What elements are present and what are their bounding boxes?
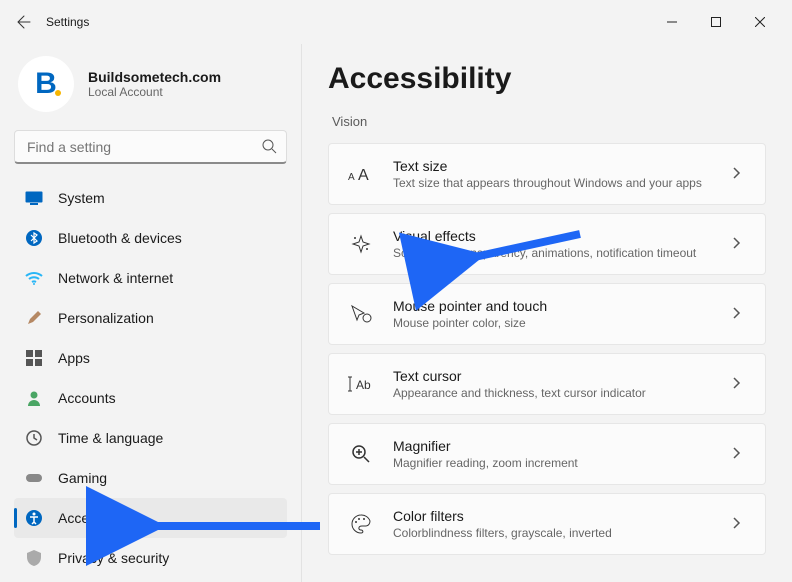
main-content: Accessibility Vision AA Text size Text si… xyxy=(302,44,792,582)
sidebar-item-label: Accessibility xyxy=(58,510,134,526)
display-icon xyxy=(24,188,44,208)
text-size-icon: AA xyxy=(347,160,375,188)
window-title: Settings xyxy=(46,15,89,29)
sidebar-item-label: Apps xyxy=(58,350,90,366)
account-name: Buildsometech.com xyxy=(88,69,221,85)
sidebar: B Buildsometech.com Local Account System… xyxy=(0,44,302,582)
gaming-icon xyxy=(24,468,44,488)
chevron-right-icon xyxy=(733,306,747,322)
card-title: Text size xyxy=(393,158,715,174)
sidebar-item-system[interactable]: System xyxy=(14,178,287,218)
card-visual-effects[interactable]: Visual effects Scroll bars, transparency,… xyxy=(328,213,766,275)
sidebar-item-label: Privacy & security xyxy=(58,550,169,566)
close-button[interactable] xyxy=(738,6,782,38)
card-title: Color filters xyxy=(393,508,715,524)
card-mouse-pointer[interactable]: Mouse pointer and touch Mouse pointer col… xyxy=(328,283,766,345)
svg-text:A: A xyxy=(348,172,355,183)
wifi-icon xyxy=(24,268,44,288)
bluetooth-icon xyxy=(24,228,44,248)
search-box[interactable] xyxy=(14,130,287,164)
maximize-icon xyxy=(711,17,721,27)
chevron-right-icon xyxy=(733,516,747,532)
close-icon xyxy=(755,17,765,27)
sidebar-item-label: Accounts xyxy=(58,390,116,406)
card-sub: Appearance and thickness, text cursor in… xyxy=(393,386,715,400)
card-title: Visual effects xyxy=(393,228,715,244)
sidebar-item-privacy[interactable]: Privacy & security xyxy=(14,538,287,578)
sidebar-item-time[interactable]: Time & language xyxy=(14,418,287,458)
svg-text:A: A xyxy=(358,167,369,184)
accessibility-icon xyxy=(24,508,44,528)
sidebar-item-label: Bluetooth & devices xyxy=(58,230,182,246)
chevron-right-icon xyxy=(733,166,747,182)
chevron-right-icon xyxy=(733,236,747,252)
sidebar-item-gaming[interactable]: Gaming xyxy=(14,458,287,498)
palette-icon xyxy=(347,510,375,538)
card-text-cursor[interactable]: Ab Text cursor Appearance and thickness, … xyxy=(328,353,766,415)
card-title: Mouse pointer and touch xyxy=(393,298,715,314)
sidebar-item-personalization[interactable]: Personalization xyxy=(14,298,287,338)
avatar-letter: B xyxy=(35,67,57,101)
page-title: Accessibility xyxy=(328,62,766,96)
sidebar-item-label: Gaming xyxy=(58,470,107,486)
sidebar-item-label: Network & internet xyxy=(58,270,173,286)
card-sub: Text size that appears throughout Window… xyxy=(393,176,715,190)
account-text: Buildsometech.com Local Account xyxy=(88,69,221,99)
chevron-right-icon xyxy=(733,376,747,392)
card-sub: Colorblindness filters, grayscale, inver… xyxy=(393,526,715,540)
maximize-button[interactable] xyxy=(694,6,738,38)
text-cursor-icon: Ab xyxy=(347,370,375,398)
section-label: Vision xyxy=(332,114,766,129)
magnifier-icon xyxy=(347,440,375,468)
search-icon xyxy=(261,138,277,157)
chevron-right-icon xyxy=(733,446,747,462)
sidebar-item-network[interactable]: Network & internet xyxy=(14,258,287,298)
card-title: Magnifier xyxy=(393,438,715,454)
arrow-left-icon xyxy=(16,14,32,30)
sidebar-item-label: System xyxy=(58,190,105,206)
account-sub: Local Account xyxy=(88,85,221,99)
card-sub: Magnifier reading, zoom increment xyxy=(393,456,715,470)
back-button[interactable] xyxy=(10,8,38,36)
svg-text:Ab: Ab xyxy=(356,378,371,392)
person-icon xyxy=(24,388,44,408)
title-bar: Settings xyxy=(0,0,792,44)
nav: System Bluetooth & devices Network & int… xyxy=(14,178,287,578)
apps-icon xyxy=(24,348,44,368)
card-sub: Mouse pointer color, size xyxy=(393,316,715,330)
search-input[interactable] xyxy=(14,130,287,164)
sparkle-icon xyxy=(347,230,375,258)
clock-icon xyxy=(24,428,44,448)
sidebar-item-label: Personalization xyxy=(58,310,154,326)
sidebar-item-accounts[interactable]: Accounts xyxy=(14,378,287,418)
shield-icon xyxy=(24,548,44,568)
minimize-icon xyxy=(667,17,677,27)
card-magnifier[interactable]: Magnifier Magnifier reading, zoom increme… xyxy=(328,423,766,485)
minimize-button[interactable] xyxy=(650,6,694,38)
card-color-filters[interactable]: Color filters Colorblindness filters, gra… xyxy=(328,493,766,555)
sidebar-item-label: Time & language xyxy=(58,430,163,446)
card-sub: Scroll bars, transparency, animations, n… xyxy=(393,246,715,260)
account-block[interactable]: B Buildsometech.com Local Account xyxy=(14,44,287,130)
avatar: B xyxy=(18,56,74,112)
pointer-icon xyxy=(347,300,375,328)
sidebar-item-accessibility[interactable]: Accessibility xyxy=(14,498,287,538)
avatar-dot-icon xyxy=(55,90,61,96)
paintbrush-icon xyxy=(24,308,44,328)
card-title: Text cursor xyxy=(393,368,715,384)
card-text-size[interactable]: AA Text size Text size that appears throu… xyxy=(328,143,766,205)
sidebar-item-apps[interactable]: Apps xyxy=(14,338,287,378)
sidebar-item-bluetooth[interactable]: Bluetooth & devices xyxy=(14,218,287,258)
